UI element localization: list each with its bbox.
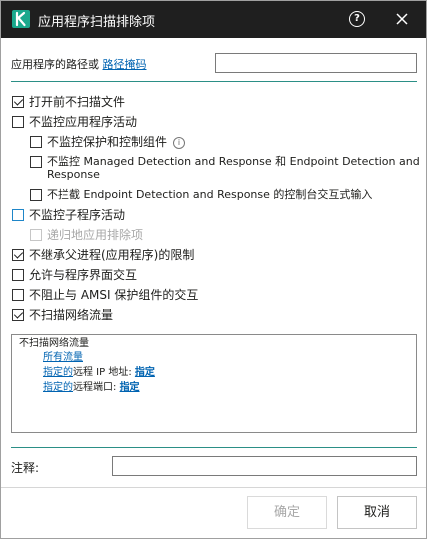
path-mask-link[interactable]: 路径掩码: [103, 58, 147, 71]
checkbox[interactable]: [12, 96, 24, 108]
checkbox[interactable]: [30, 136, 42, 148]
network-traffic-panel: 不扫描网络流量 所有流量 指定的远程 IP 地址: 指定 指定的远程端口: 指定: [11, 334, 417, 433]
footer-divider: [1, 487, 426, 488]
ok-button[interactable]: 确定: [247, 496, 327, 529]
path-label-text: 应用程序的路径或: [11, 58, 99, 71]
checkbox[interactable]: [12, 116, 24, 128]
option-label: 递归地应用排除项: [47, 228, 144, 242]
close-icon[interactable]: [394, 11, 410, 27]
all-traffic-row: 所有流量: [43, 350, 83, 365]
kaspersky-logo-icon: [12, 10, 30, 28]
remote-ip-mode-link[interactable]: 指定的: [43, 367, 73, 378]
checkbox[interactable]: [30, 189, 42, 201]
title-bar: 应用程序扫描排除项 ?: [1, 1, 426, 38]
comment-label: 注释:: [11, 461, 40, 475]
checkbox[interactable]: [12, 269, 24, 281]
option-label: 不扫描网络流量: [29, 308, 114, 322]
option-label-wrap: 不监控保护和控制组件 i: [47, 135, 186, 149]
network-panel-header: 不扫描网络流量: [19, 338, 89, 349]
separator: [11, 81, 417, 82]
exclusion-dialog: 应用程序扫描排除项 ? 应用程序的路径或 路径掩码 打开前不扫描文件 不监控应用…: [0, 0, 427, 539]
option-label: 不拦截 Endpoint Detection and Response 的控制台…: [47, 188, 373, 201]
help-icon[interactable]: ?: [349, 11, 365, 27]
option-label-continued: Response: [47, 168, 100, 181]
remote-ip-text: 远程 IP 地址:: [73, 367, 132, 378]
checkbox[interactable]: [30, 156, 42, 168]
separator: [11, 447, 417, 448]
checkbox[interactable]: [12, 249, 24, 261]
path-input[interactable]: [215, 53, 417, 73]
option-label: 不监控 Managed Detection and Response 和 End…: [47, 155, 420, 168]
option-label: 不阻止与 AMSI 保护组件的交互: [29, 288, 199, 302]
all-traffic-link[interactable]: 所有流量: [43, 352, 83, 363]
remote-port-text: 远程端口:: [73, 382, 117, 393]
remote-ip-specify-link[interactable]: 指定: [135, 367, 155, 378]
checkbox[interactable]: [12, 289, 24, 301]
option-label: 打开前不扫描文件: [29, 95, 126, 109]
remote-port-mode-link[interactable]: 指定的: [43, 382, 73, 393]
cancel-button[interactable]: 取消: [337, 496, 417, 529]
checkbox[interactable]: [12, 309, 24, 321]
remote-port-row: 指定的远程端口: 指定: [43, 380, 140, 395]
path-label: 应用程序的路径或 路径掩码: [11, 56, 147, 72]
info-icon[interactable]: i: [173, 137, 186, 149]
checkbox: [30, 229, 42, 241]
option-label: 不监控保护和控制组件: [47, 135, 168, 149]
option-label: 不继承父进程(应用程序)的限制: [29, 248, 195, 262]
option-label: 不监控子程序活动: [29, 208, 126, 222]
remote-ip-row: 指定的远程 IP 地址: 指定: [43, 365, 155, 380]
remote-port-specify-link[interactable]: 指定: [120, 382, 140, 393]
checkbox[interactable]: [12, 209, 24, 221]
option-label: 不监控应用程序活动: [29, 115, 138, 129]
help-glyph: ?: [354, 13, 360, 24]
dialog-title: 应用程序扫描排除项: [38, 15, 156, 30]
comment-input[interactable]: [112, 456, 417, 476]
option-label: 允许与程序界面交互: [29, 268, 138, 282]
